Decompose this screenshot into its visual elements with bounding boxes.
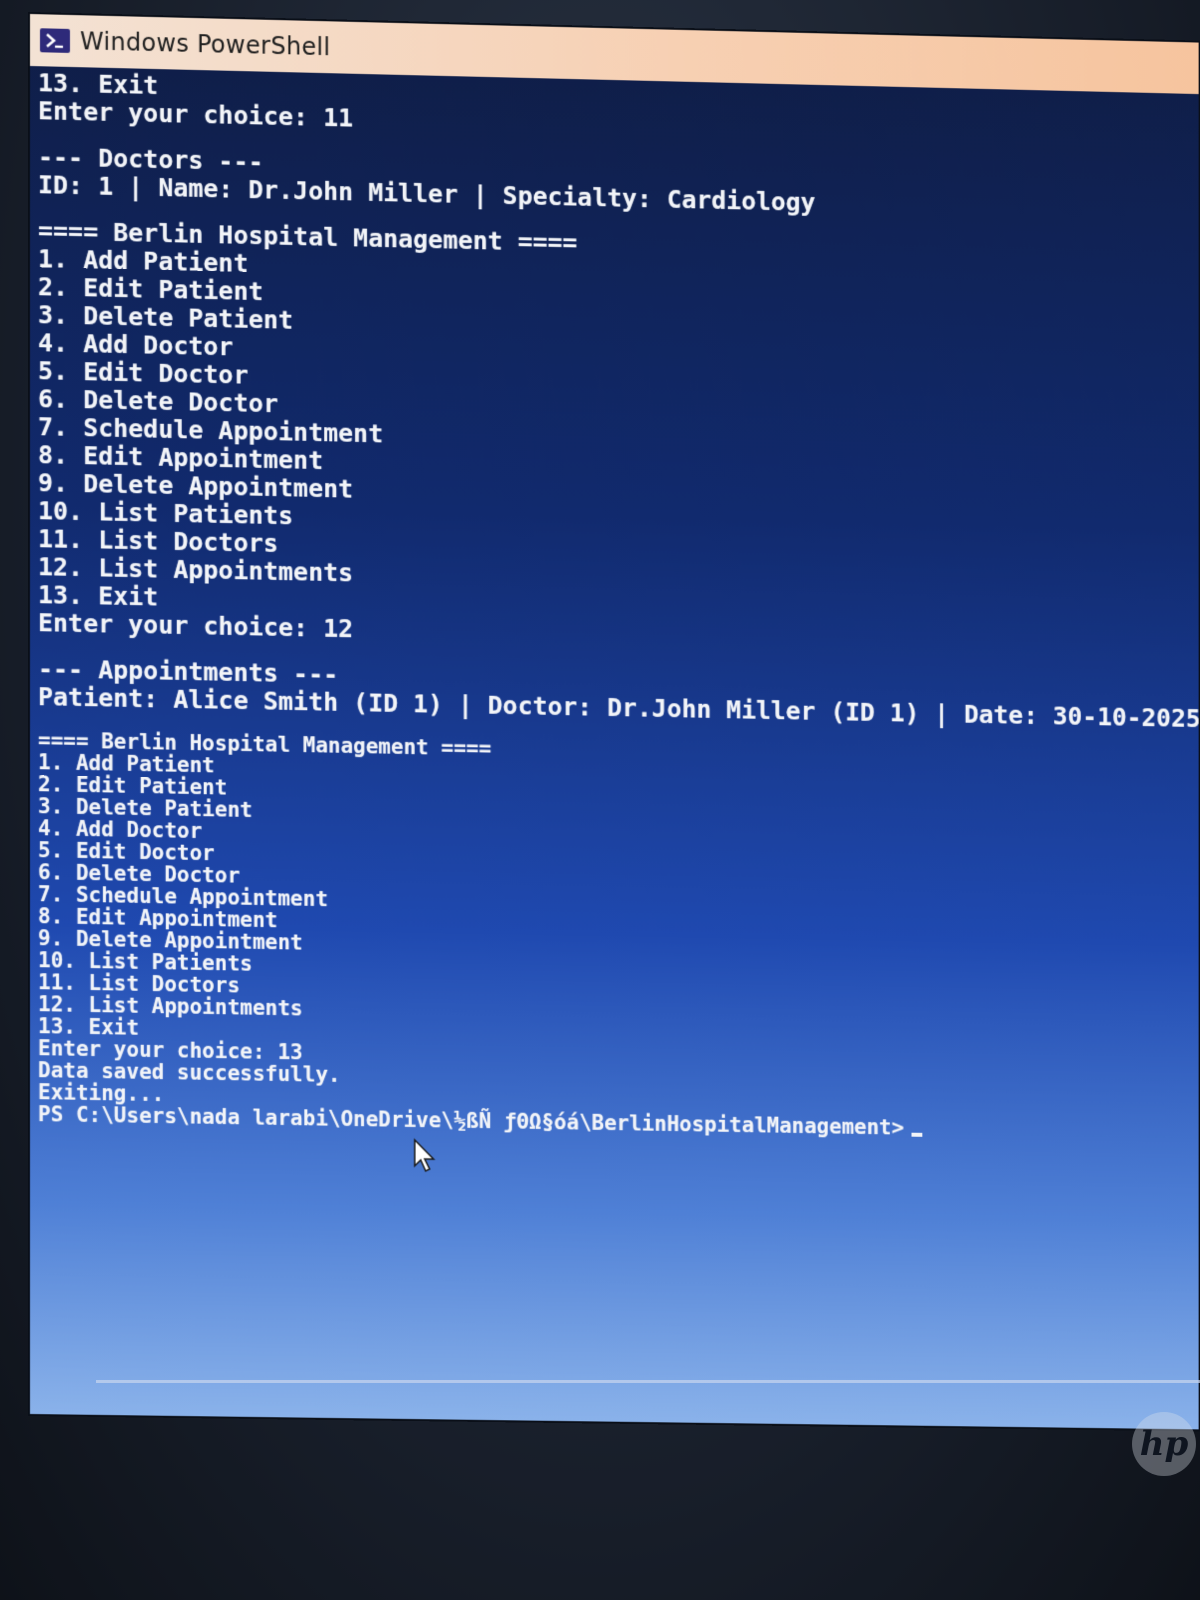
laptop-screen: Windows PowerShell 13. Exit Enter your ch… — [30, 14, 1199, 1430]
powershell-icon — [39, 28, 70, 53]
console-output[interactable]: 13. Exit Enter your choice: 11 --- Doctors… — [38, 68, 1199, 1144]
window-title: Windows PowerShell — [79, 27, 331, 62]
hp-logo-icon: hp — [1132, 1412, 1196, 1476]
console-section-top: 13. Exit Enter your choice: 11 --- Doctors… — [38, 68, 1199, 733]
screen-bottom-edge — [96, 1380, 1200, 1383]
text-cursor — [911, 1132, 923, 1137]
mouse-pointer-icon — [413, 1138, 439, 1178]
console-section-bottom: ==== Berlin Hospital Management ==== 1. A… — [38, 712, 1199, 1121]
